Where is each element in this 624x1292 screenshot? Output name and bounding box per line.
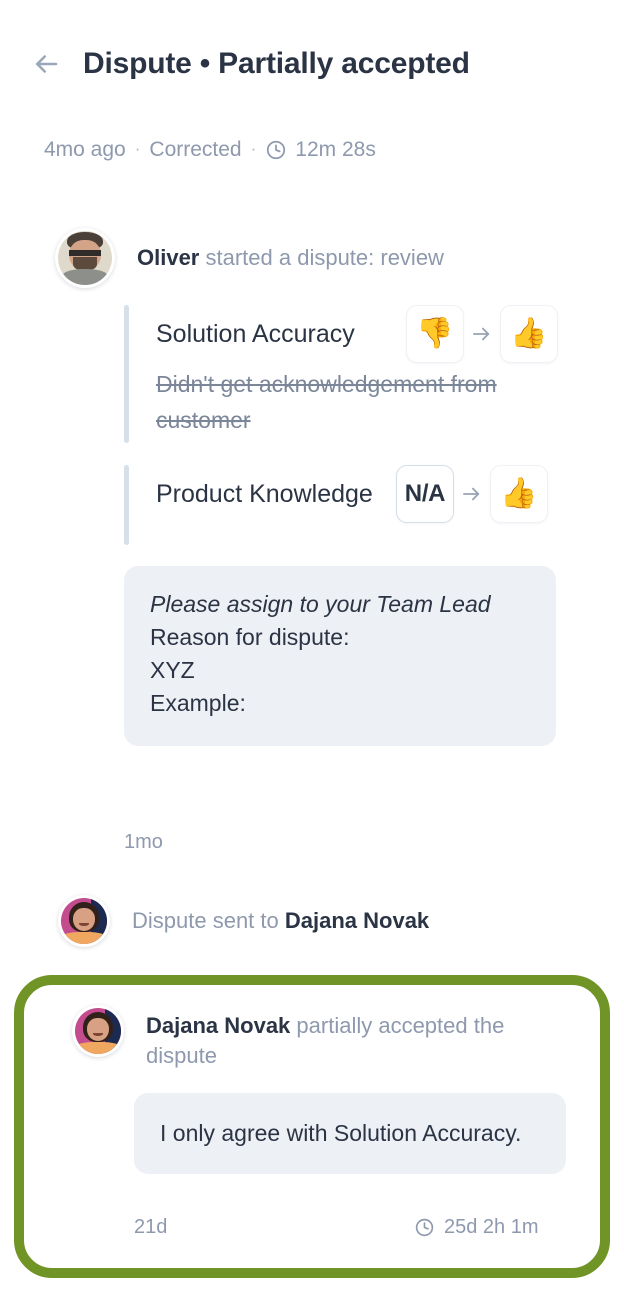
- duration-text: 12m 28s: [295, 138, 376, 161]
- reply-message-bubble: I only agree with Solution Accuracy.: [134, 1093, 566, 1175]
- not-applicable-chip[interactable]: N/A: [396, 465, 454, 523]
- dajana-avatar-image: [75, 1008, 121, 1054]
- accent-bar: [124, 305, 129, 443]
- event-text: Dispute sent to Dajana Novak: [132, 906, 429, 936]
- oliver-avatar-image: [58, 231, 112, 285]
- rating-comment-struck: Didn't get acknowledgement from customer: [156, 371, 497, 433]
- rating-block-solution-accuracy: Solution Accuracy 👎 👍 Didn't get acknowl…: [124, 305, 564, 443]
- rating-block-product-knowledge: Product Knowledge N/A 👍: [124, 465, 564, 545]
- event-prefix: Dispute sent to: [132, 908, 285, 934]
- thumbs-down-icon[interactable]: 👎: [406, 305, 464, 363]
- avatar: [55, 228, 115, 288]
- highlighted-reply-card: Dajana Novak partially accepted the disp…: [14, 975, 610, 1278]
- reply-duration: 25d 2h 1m: [414, 1216, 539, 1239]
- clock-icon: [265, 139, 287, 161]
- recipient-name: Dajana Novak: [284, 908, 430, 934]
- event-dispute-sent: Dispute sent to Dajana Novak: [58, 895, 429, 947]
- thumbs-up-icon[interactable]: 👍: [500, 305, 558, 363]
- clock-icon: [414, 1217, 435, 1238]
- message-line: Please assign to your Team Lead: [150, 591, 491, 617]
- event-partially-accepted: Dajana Novak partially accepted the disp…: [72, 1005, 572, 1070]
- author-name: Dajana Novak: [146, 1013, 291, 1038]
- thumbs-up-icon[interactable]: 👍: [490, 465, 548, 523]
- reply-duration-text: 25d 2h 1m: [444, 1216, 539, 1238]
- reply-timestamp: 21d: [134, 1216, 168, 1238]
- age-text: 4mo ago: [44, 138, 126, 161]
- arrow-right-icon: [461, 485, 483, 503]
- back-button[interactable]: [26, 44, 66, 84]
- dispute-message-timestamp: 1mo: [124, 831, 163, 853]
- author-name: Oliver: [137, 245, 200, 271]
- rating-name: Solution Accuracy: [156, 319, 355, 348]
- event-text: Oliver started a dispute: review: [137, 243, 444, 273]
- arrow-right-icon: [471, 325, 493, 343]
- dispute-detail-screen: Dispute • Partially accepted 4mo ago · C…: [0, 0, 624, 1292]
- message-line: XYZ: [150, 657, 195, 684]
- message-line: I only agree with Solution Accuracy.: [160, 1120, 522, 1146]
- dispute-message-bubble: Please assign to your Team Lead Reason f…: [124, 566, 556, 747]
- avatar: [58, 895, 110, 947]
- message-line: Example:: [150, 690, 246, 717]
- dajana-avatar-image: [61, 898, 107, 944]
- event-text: Dajana Novak partially accepted the disp…: [146, 1011, 566, 1070]
- arrow-left-icon: [31, 49, 61, 79]
- meta-separator-2: ·: [250, 139, 257, 158]
- rating-chips: N/A 👍: [396, 465, 548, 523]
- screen-header: Dispute • Partially accepted: [0, 36, 624, 92]
- accent-bar: [124, 465, 129, 545]
- meta-separator: ·: [134, 139, 141, 158]
- status-text: Corrected: [149, 138, 242, 161]
- message-line: Reason for dispute:: [150, 624, 350, 651]
- avatar: [72, 1005, 124, 1057]
- rating-chips: 👎 👍: [406, 305, 558, 363]
- meta-line: 4mo ago · Corrected · 12m 28s: [44, 138, 376, 162]
- event-dispute-started: Oliver started a dispute: review: [55, 228, 444, 288]
- rating-name: Product Knowledge: [156, 479, 373, 508]
- page-title: Dispute • Partially accepted: [83, 47, 470, 80]
- event-action: started a dispute: review: [199, 245, 444, 271]
